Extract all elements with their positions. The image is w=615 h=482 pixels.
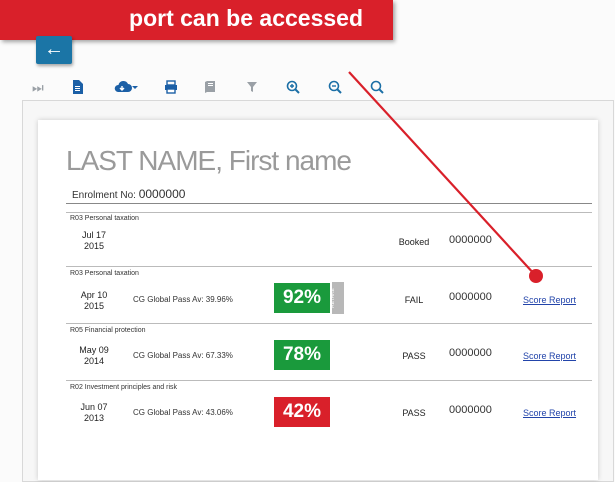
annotation-arrow: [348, 71, 537, 277]
annotation-overlay: [348, 71, 543, 283]
annotation-dot: [529, 269, 543, 283]
